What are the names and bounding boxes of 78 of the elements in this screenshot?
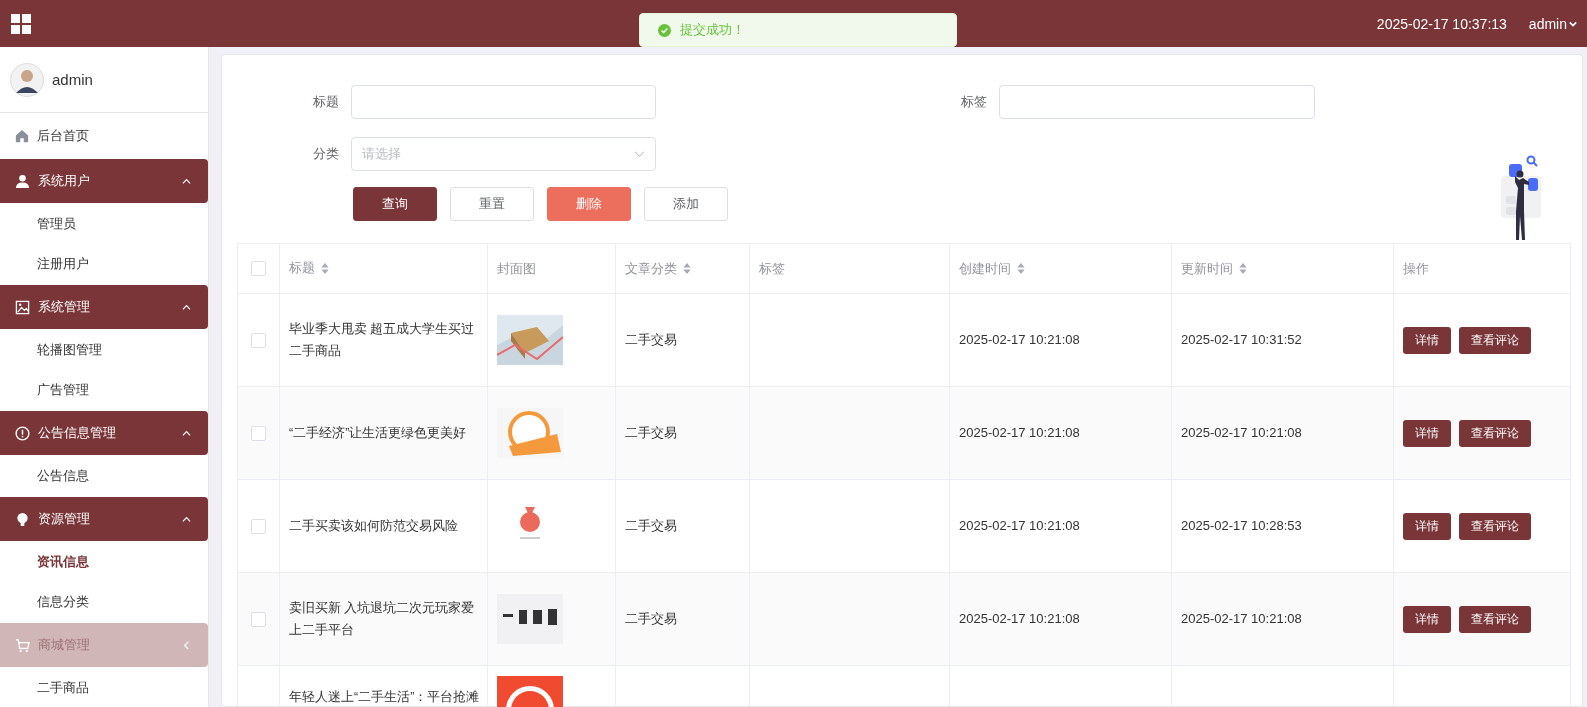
caret-icon bbox=[182, 640, 191, 650]
image-icon bbox=[15, 299, 30, 315]
checkbox[interactable] bbox=[251, 611, 266, 627]
checkbox[interactable] bbox=[251, 425, 266, 441]
date-cell-text: 2025-02-17 10:21:08 bbox=[959, 331, 1080, 349]
sort-icon bbox=[321, 263, 329, 274]
nav-item[interactable]: 后台首页 bbox=[0, 113, 208, 158]
home-icon bbox=[15, 128, 29, 143]
sort-icon bbox=[1239, 263, 1247, 274]
comments-button[interactable]: 查看评论 bbox=[1459, 512, 1531, 540]
comments-button[interactable]: 查看评论 bbox=[1459, 419, 1531, 447]
sort-icon bbox=[1017, 263, 1025, 274]
user-icon bbox=[15, 173, 30, 189]
title-cell-text: 年轻人迷上“二手生活”：平台抢滩 bbox=[289, 689, 480, 706]
bulb-icon bbox=[15, 511, 30, 527]
column-header: 封面图 bbox=[497, 259, 536, 278]
caret-icon bbox=[182, 302, 191, 312]
submenu-item[interactable]: 二手商品 bbox=[0, 668, 208, 707]
submenu-item[interactable]: 注册用户 bbox=[0, 244, 208, 284]
field-label: 标题 bbox=[312, 93, 339, 111]
date-cell-text: 2025-02-17 10:21:08 bbox=[1181, 610, 1302, 628]
date-time: 2025-02-17 10:37:13 bbox=[1376, 15, 1507, 32]
date-cell-text: 2025-02-17 10:21:08 bbox=[1181, 424, 1302, 442]
success-icon bbox=[658, 23, 671, 37]
submenu-item[interactable]: 广告管理 bbox=[0, 370, 208, 410]
date-cell-text: 2025-02-17 10:21:08 bbox=[959, 610, 1080, 628]
details-button[interactable]: 详情 bbox=[1403, 512, 1451, 540]
field-label: 分类 bbox=[312, 145, 339, 163]
action-button[interactable]: 查询 bbox=[353, 187, 437, 221]
details-button[interactable]: 详情 bbox=[1403, 326, 1451, 354]
menu-group[interactable]: 资源管理 bbox=[0, 497, 208, 541]
sort-icon bbox=[683, 263, 691, 274]
details-button[interactable]: 详情 bbox=[1403, 605, 1451, 633]
column-header: 标签 bbox=[759, 259, 785, 278]
input-field[interactable] bbox=[999, 85, 1315, 119]
menu-group[interactable]: 系统管理 bbox=[0, 285, 208, 329]
warning-icon bbox=[15, 425, 30, 441]
submenu-item[interactable]: 资讯信息 bbox=[0, 542, 208, 582]
menu-group[interactable]: 系统用户 bbox=[0, 159, 208, 203]
comments-button[interactable]: 查看评论 bbox=[1459, 605, 1531, 633]
column-header: 操作 bbox=[1403, 259, 1429, 278]
caret-icon bbox=[182, 428, 191, 438]
title-cell-text: 毕业季大甩卖 超五成大学生买过二手商品 bbox=[289, 321, 476, 360]
submenu-item[interactable]: 信息分类 bbox=[0, 582, 208, 622]
title-cell-text: “二手经济”让生活更绿色更美好 bbox=[289, 425, 467, 442]
submenu-item[interactable]: 公告信息 bbox=[0, 456, 208, 496]
cart-icon bbox=[15, 637, 30, 653]
caret-icon bbox=[1569, 20, 1577, 27]
submenu-item[interactable]: 管理员 bbox=[0, 204, 208, 244]
user-name: admin bbox=[52, 71, 93, 88]
checkbox[interactable] bbox=[251, 261, 266, 276]
category-cell-text: 二手交易 bbox=[625, 610, 677, 628]
title-cell-text: 卖旧买新 入坑退坑二次元玩家爱上二手平台 bbox=[289, 600, 476, 639]
action-button[interactable]: 添加 bbox=[644, 187, 728, 221]
date-cell-text: 2025-02-17 10:31:52 bbox=[1181, 331, 1302, 349]
date-cell-text: 2025-02-17 10:21:08 bbox=[959, 517, 1080, 535]
date-cell-text: 2025-02-17 10:28:53 bbox=[1181, 517, 1302, 535]
checkbox[interactable] bbox=[251, 332, 266, 348]
category-cell-text: 二手交易 bbox=[625, 424, 677, 442]
checkbox[interactable] bbox=[251, 518, 266, 534]
category-cell-text: 二手交易 bbox=[625, 331, 677, 349]
avatar bbox=[10, 62, 44, 97]
action-button[interactable]: 重置 bbox=[450, 187, 534, 221]
comments-button[interactable]: 查看评论 bbox=[1459, 326, 1531, 354]
menu-group[interactable]: 公告信息管理 bbox=[0, 411, 208, 455]
date-cell-text: 2025-02-17 10:21:08 bbox=[959, 424, 1080, 442]
category-cell-text: 二手交易 bbox=[625, 517, 677, 535]
toast-text: 提交成功！ bbox=[680, 21, 745, 39]
details-button[interactable]: 详情 bbox=[1403, 419, 1451, 447]
caret-icon bbox=[182, 514, 191, 524]
title-cell-text: 二手买卖该如何防范交易风险 bbox=[289, 518, 458, 535]
menu-icon[interactable] bbox=[11, 13, 31, 34]
field-label: 标签 bbox=[960, 93, 987, 111]
input-field[interactable] bbox=[351, 85, 656, 119]
caret-icon bbox=[182, 176, 191, 186]
user-menu[interactable]: admin bbox=[1528, 15, 1577, 32]
submenu-item[interactable]: 轮播图管理 bbox=[0, 330, 208, 370]
chevron-down-icon bbox=[634, 150, 645, 158]
